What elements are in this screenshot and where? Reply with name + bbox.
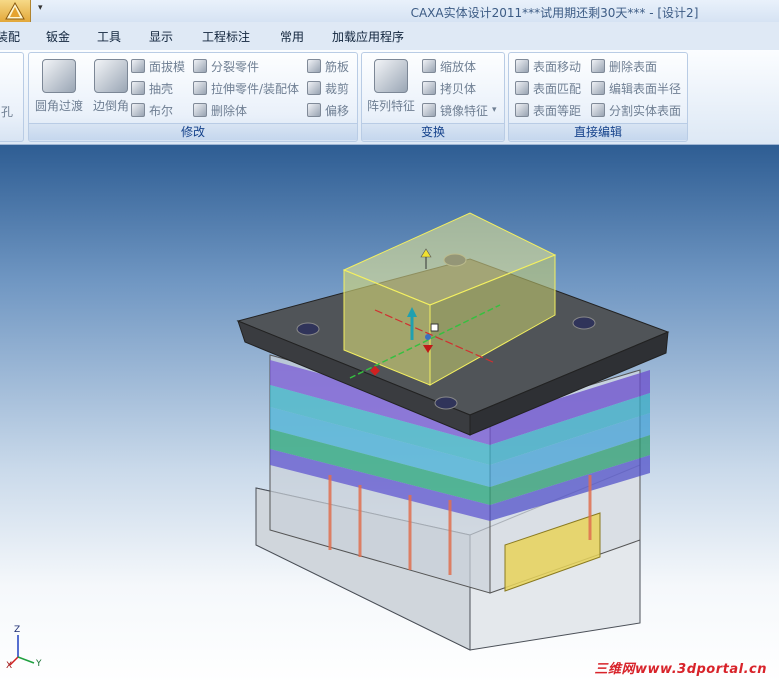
face-move-label: 表面移动 xyxy=(533,59,582,74)
delete-face-label: 删除表面 xyxy=(609,59,658,74)
3d-viewport[interactable]: Z X Y 三维网www.3dportal.cn xyxy=(0,145,779,683)
chamfer-label: 边倒角 xyxy=(92,99,129,113)
ribbon-group-modify: 圆角过渡 边倒角 面拔模 抽壳 布尔 分裂零件 拉伸零件/装配体 删除体 筋板 … xyxy=(28,52,358,142)
offset-label: 偏移 xyxy=(325,103,350,118)
ribbon: 孔 圆角过渡 边倒角 面拔模 抽壳 布尔 分裂零件 拉伸零件/装配体 删除体 筋… xyxy=(0,50,779,145)
rib-button[interactable]: 筋板 xyxy=(307,56,349,76)
axis-x-label: X xyxy=(6,661,13,671)
tab-tools[interactable]: 工具 xyxy=(97,28,121,45)
boolean-icon xyxy=(131,103,145,117)
rib-icon xyxy=(307,59,321,73)
face-match-button[interactable]: 表面匹配 xyxy=(515,78,581,98)
tab-annotation[interactable]: 工程标注 xyxy=(202,28,250,45)
ribbon-group-direct-edit: 表面移动 删除表面 表面匹配 编辑表面半径 表面等距 分割实体表面 直接编辑 xyxy=(508,52,688,142)
rib-label: 筋板 xyxy=(325,59,350,74)
face-move-icon xyxy=(515,59,529,73)
boolean-label: 布尔 xyxy=(149,103,174,118)
window-title: CAXA实体设计2011***试用期还剩30天*** - [设计2] xyxy=(410,6,699,20)
split-face-icon xyxy=(591,103,605,117)
scale-label: 缩放体 xyxy=(440,59,477,74)
split-part-label: 分裂零件 xyxy=(211,59,260,74)
fillet-icon xyxy=(42,59,76,93)
shell-label: 抽壳 xyxy=(149,81,174,96)
scale-icon xyxy=(422,59,436,73)
split-face-label: 分割实体表面 xyxy=(609,103,682,118)
delete-body-icon xyxy=(193,103,207,117)
mirror-dropdown-icon[interactable]: ▾ xyxy=(492,105,497,115)
mirror-icon xyxy=(422,103,436,117)
title-bar: ▾ CAXA实体设计2011***试用期还剩30天*** - [设计2] xyxy=(0,0,779,23)
face-match-label: 表面匹配 xyxy=(533,81,582,96)
tab-addins[interactable]: 加载应用程序 xyxy=(332,28,404,45)
draft-icon xyxy=(131,59,145,73)
copy-body-button[interactable]: 拷贝体 xyxy=(422,78,476,98)
delete-face-icon xyxy=(591,59,605,73)
face-offset-icon xyxy=(515,103,529,117)
ribbon-tabs: 装配 钣金 工具 显示 工程标注 常用 加载应用程序 xyxy=(0,22,779,50)
delete-face-button[interactable]: 删除表面 xyxy=(591,56,657,76)
axis-z-label: Z xyxy=(14,625,21,635)
hole-button[interactable]: 孔 xyxy=(1,101,13,121)
offset-button[interactable]: 偏移 xyxy=(307,100,349,120)
offset-icon xyxy=(307,103,321,117)
shell-button[interactable]: 抽壳 xyxy=(131,78,173,98)
split-part-icon xyxy=(193,59,207,73)
pattern-label: 阵列特征 xyxy=(366,99,415,113)
shell-icon xyxy=(131,81,145,95)
chamfer-button[interactable]: 边倒角 xyxy=(85,57,137,119)
delete-body-button[interactable]: 删除体 xyxy=(193,100,247,120)
draft-label: 面拔模 xyxy=(149,59,186,74)
watermark: 三维网www.3dportal.cn xyxy=(594,662,767,677)
face-match-icon xyxy=(515,81,529,95)
boolean-button[interactable]: 布尔 xyxy=(131,100,173,120)
tab-sheetmetal[interactable]: 钣金 xyxy=(46,28,70,45)
mirror-feature-button[interactable]: 镜像特征 ▾ xyxy=(422,100,497,120)
split-part-button[interactable]: 分裂零件 xyxy=(193,56,259,76)
copy-icon xyxy=(422,81,436,95)
stretch-icon xyxy=(193,81,207,95)
copy-label: 拷贝体 xyxy=(440,81,477,96)
stretch-label: 拉伸零件/装配体 xyxy=(211,81,300,96)
face-offset-button[interactable]: 表面等距 xyxy=(515,100,581,120)
tab-assembly[interactable]: 装配 xyxy=(0,28,20,45)
axis-y-label: Y xyxy=(36,659,42,669)
face-move-button[interactable]: 表面移动 xyxy=(515,56,581,76)
group-label-transform: 变换 xyxy=(362,123,504,140)
trim-icon xyxy=(307,81,321,95)
pattern-icon xyxy=(374,59,408,93)
trim-label: 裁剪 xyxy=(325,81,350,96)
mirror-label: 镜像特征 xyxy=(440,103,489,118)
ribbon-group-partial: 孔 xyxy=(0,52,24,142)
axis-triad: Z X Y xyxy=(6,625,46,671)
face-radius-icon xyxy=(591,81,605,95)
split-face-button[interactable]: 分割实体表面 xyxy=(591,100,681,120)
group-label-modify: 修改 xyxy=(29,123,357,140)
group-label-direct-edit: 直接编辑 xyxy=(509,123,687,140)
edit-face-radius-button[interactable]: 编辑表面半径 xyxy=(591,78,681,98)
face-offset-label: 表面等距 xyxy=(533,103,582,118)
pattern-feature-button[interactable]: 阵列特征 xyxy=(365,57,417,119)
draft-face-button[interactable]: 面拔模 xyxy=(131,56,185,76)
ribbon-group-transform: 阵列特征 缩放体 拷贝体 镜像特征 ▾ 变换 xyxy=(361,52,505,142)
delete-body-label: 删除体 xyxy=(211,103,248,118)
tab-display[interactable]: 显示 xyxy=(149,28,173,45)
face-radius-label: 编辑表面半径 xyxy=(609,81,682,96)
scale-body-button[interactable]: 缩放体 xyxy=(422,56,476,76)
fillet-label: 圆角过渡 xyxy=(34,99,83,113)
hole-label: 孔 xyxy=(1,104,14,119)
fillet-button[interactable]: 圆角过渡 xyxy=(33,57,85,119)
stretch-part-button[interactable]: 拉伸零件/装配体 xyxy=(193,78,299,98)
mold-assembly-model[interactable] xyxy=(0,145,779,683)
trim-button[interactable]: 裁剪 xyxy=(307,78,349,98)
chamfer-icon xyxy=(94,59,128,93)
tab-common[interactable]: 常用 xyxy=(280,28,304,45)
